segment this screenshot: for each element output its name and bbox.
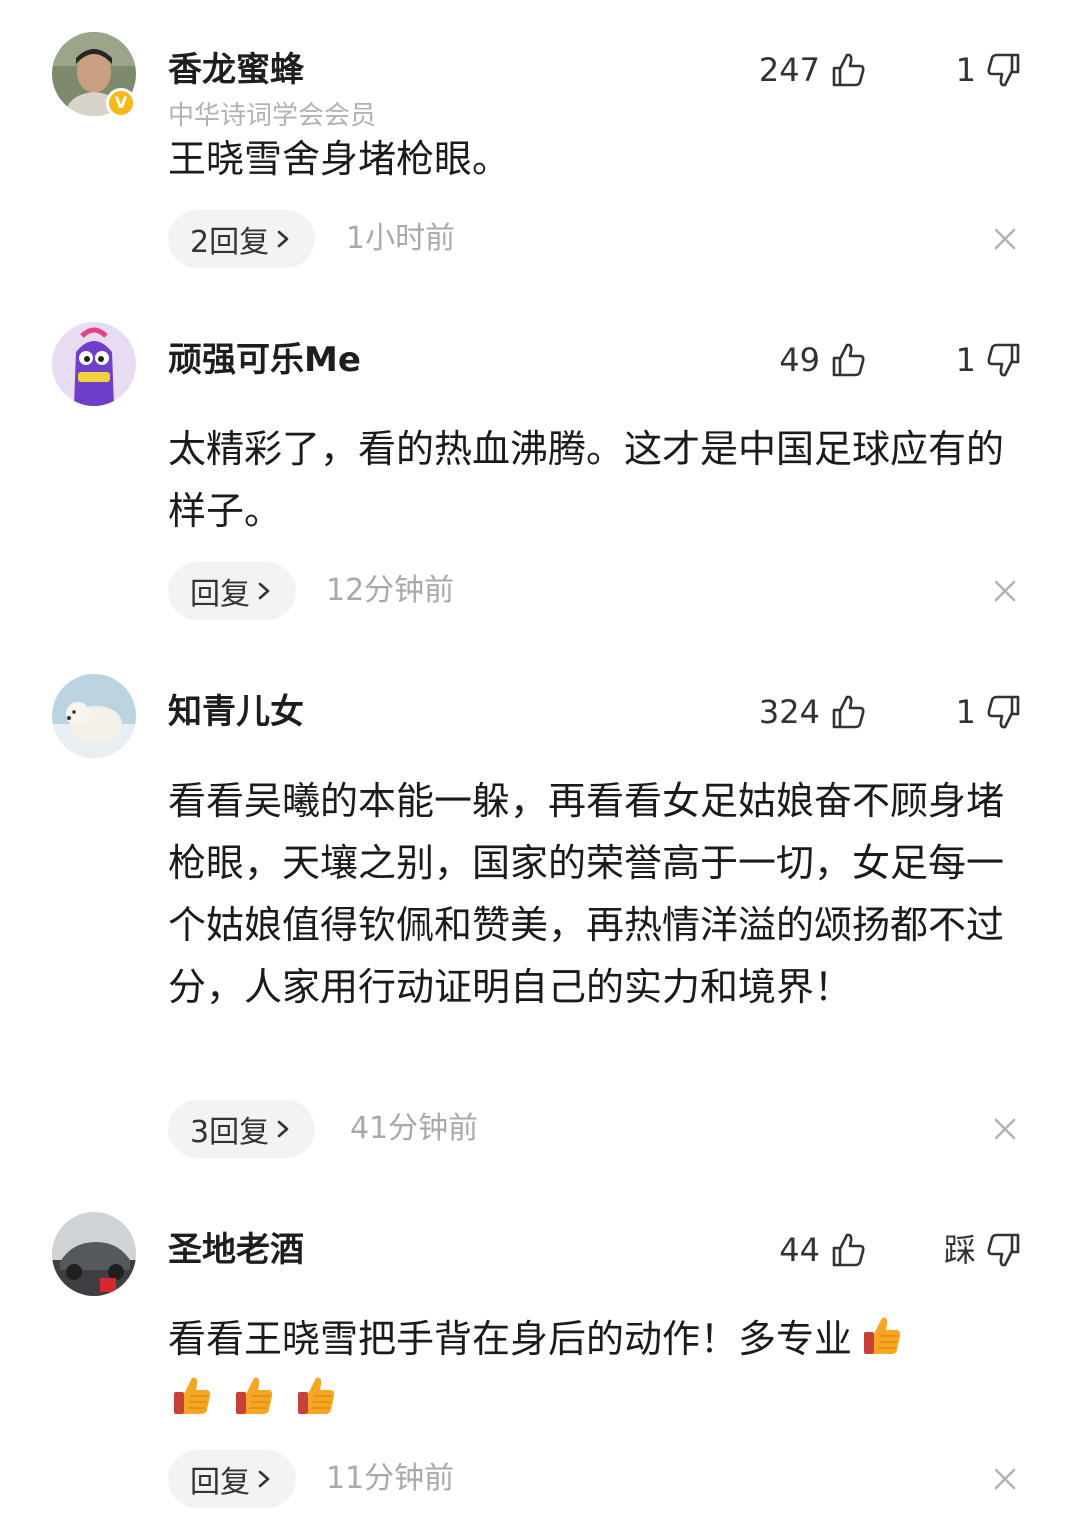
comment-text: 看看吴曦的本能一躲，再看看女足姑娘奋不顾身堵枪眼，天壤之别，国家的荣誉高于一切，… — [168, 779, 1005, 1009]
thumbs-down-icon — [987, 1233, 1020, 1267]
username[interactable]: 圣地老酒 — [168, 1230, 304, 1270]
reply-button[interactable]: 回复 — [168, 1450, 296, 1508]
comment-text: 太精彩了，看的热血沸腾。这才是中国足球应有的样子。 — [168, 427, 1005, 533]
verified-badge-icon: V — [106, 88, 136, 118]
purple-cartoon-avatar-icon — [52, 322, 136, 406]
thumbs-up-icon — [832, 343, 865, 377]
comment-time: 41分钟前 — [350, 1111, 479, 1146]
thumbs-up-emoji-icon — [298, 1377, 335, 1414]
thumbs-up-icon — [832, 695, 865, 729]
dislike-label: 踩 — [943, 1231, 976, 1269]
polar-bear-avatar-icon — [52, 674, 136, 758]
thumbs-down-icon — [987, 695, 1020, 729]
username[interactable]: 香龙蜜蜂 — [168, 50, 304, 90]
reply-button[interactable]: 2回复 — [168, 210, 316, 268]
chevron-right-icon — [277, 230, 289, 248]
dislike-label: 1 — [955, 51, 976, 89]
reply-label: 2回复 — [190, 225, 270, 260]
dislike-button[interactable]: 1 — [956, 48, 1024, 92]
like-count: 49 — [779, 341, 820, 379]
comment-text: 看看王晓雪把手背在身后的动作！多专业 — [168, 1308, 1028, 1370]
like-count: 324 — [758, 693, 820, 731]
like-button[interactable]: 324 — [759, 690, 868, 734]
like-count: 44 — [779, 1231, 820, 1269]
reply-button[interactable]: 回复 — [168, 562, 296, 620]
reply-button[interactable]: 3回复 — [168, 1100, 316, 1158]
comment-time: 11分钟前 — [326, 1461, 455, 1496]
username[interactable]: 知青儿女 — [168, 692, 304, 732]
comment-item: 圣地老酒 44 踩 看看王晓雪把手背在身后的动作！多专业 回复 11分钟前 — [0, 1212, 1080, 1512]
thumbs-down-icon — [987, 343, 1020, 377]
comment-item: 知青儿女 324 1 看看吴曦的本能一躲，再看看女足姑娘奋不顾身堵枪眼，天壤之别… — [0, 674, 1080, 1174]
dislike-label: 1 — [955, 341, 976, 379]
avatar[interactable] — [52, 1212, 136, 1296]
thumbs-up-icon — [832, 53, 865, 87]
avatar[interactable] — [52, 322, 136, 406]
emoji-row — [168, 1372, 338, 1418]
close-icon[interactable] — [990, 576, 1020, 606]
close-icon[interactable] — [990, 1114, 1020, 1144]
avatar[interactable] — [52, 674, 136, 758]
username[interactable]: 顽强可乐Me — [168, 340, 361, 380]
comment-item: 顽强可乐Me 49 1 太精彩了，看的热血沸腾。这才是中国足球应有的样子。 回复… — [0, 322, 1080, 642]
comment-time: 12分钟前 — [326, 573, 455, 608]
thumbs-up-emoji-icon — [864, 1317, 901, 1354]
like-count: 247 — [758, 51, 820, 89]
thumbs-up-emoji-icon — [174, 1377, 211, 1414]
reply-label: 回复 — [190, 577, 250, 612]
like-button[interactable]: 44 — [779, 1228, 868, 1272]
thumbs-up-emoji-icon — [236, 1377, 273, 1414]
close-icon[interactable] — [990, 224, 1020, 254]
comment-text-content: 看看王晓雪把手背在身后的动作！多专业 — [168, 1317, 853, 1361]
chevron-right-icon — [277, 1120, 289, 1138]
dislike-button[interactable]: 1 — [956, 338, 1024, 382]
dislike-button[interactable]: 1 — [956, 690, 1024, 734]
car-photo-avatar-icon — [52, 1212, 136, 1296]
like-button[interactable]: 49 — [779, 338, 868, 382]
close-icon[interactable] — [990, 1464, 1020, 1494]
comment-time: 1小时前 — [346, 221, 456, 256]
reply-label: 回复 — [190, 1465, 250, 1500]
comment-item: V 香龙蜜蜂 中华诗词学会会员 247 1 王晓雪舍身堵枪眼。 2回复 1小时前 — [0, 32, 1080, 282]
comment-text: 王晓雪舍身堵枪眼。 — [168, 137, 511, 181]
chevron-right-icon — [258, 1470, 270, 1488]
thumbs-down-icon — [987, 53, 1020, 87]
dislike-button[interactable]: 踩 — [944, 1228, 1024, 1272]
reply-label: 3回复 — [190, 1115, 270, 1150]
dislike-label: 1 — [955, 693, 976, 731]
thumbs-up-icon — [832, 1233, 865, 1267]
chevron-right-icon — [258, 582, 270, 600]
like-button[interactable]: 247 — [759, 48, 868, 92]
